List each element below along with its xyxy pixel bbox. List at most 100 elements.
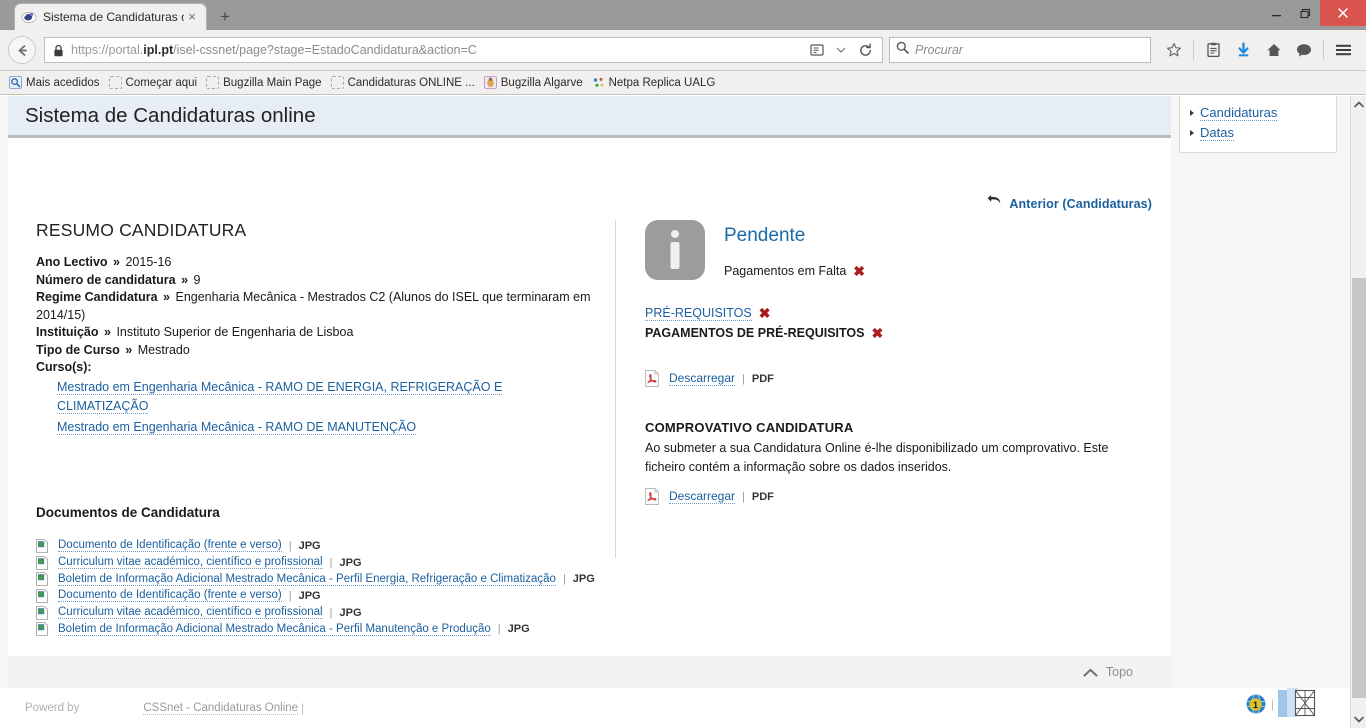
downloads-icon[interactable]	[1229, 36, 1258, 64]
course-link[interactable]: Mestrado em Engenharia Mecânica - RAMO D…	[57, 419, 417, 435]
document-link[interactable]: Curriculum vitae académico, científico e…	[58, 556, 323, 570]
document-separator: |	[562, 573, 566, 586]
lock-icon	[53, 44, 64, 57]
tab-favicon-icon	[21, 9, 37, 25]
document-row: Boletim de Informação Adicional Mestrado…	[36, 621, 601, 638]
topo-link[interactable]: Topo	[1083, 664, 1133, 680]
url-host: ipl.pt	[143, 43, 174, 57]
window-close-icon[interactable]	[1320, 0, 1366, 26]
address-bar[interactable]: https://portal.ipl.pt/isel-cssnet/page?s…	[44, 37, 883, 63]
field-tipo-curso: Tipo de Curso » Mestrado	[36, 342, 601, 360]
bookmark-star-icon[interactable]	[1159, 36, 1188, 64]
bookmark-item-bugzilla-algarve[interactable]: Bugzilla Algarve	[481, 74, 589, 91]
pre-requisitos-link[interactable]: PRÉ-REQUISITOS	[645, 306, 752, 321]
document-type: JPG	[339, 556, 362, 569]
bookmark-item-bugzilla-main-page[interactable]: Bugzilla Main Page	[203, 74, 327, 91]
x-mark-icon: ✖	[853, 263, 866, 279]
browser-tab[interactable]: Sistema de Candidaturas o... ×	[14, 3, 207, 30]
document-link[interactable]: Boletim de Informação Adicional Mestrado…	[58, 623, 491, 636]
bugzilla-favicon-icon	[483, 76, 497, 89]
bookmark-item-comecar-aqui[interactable]: Começar aqui	[106, 74, 204, 91]
status-column: Pendente Pagamentos em Falta ✖ PRÉ-REQUI…	[645, 220, 1145, 505]
card-body: Anterior (Candidaturas) RESUMO CANDIDATU…	[8, 138, 1171, 653]
bookmark-label: Começar aqui	[125, 76, 198, 89]
undo-arrow-icon	[987, 195, 1002, 213]
web-page: Sistema de Candidaturas online Anterior …	[0, 96, 1350, 728]
bookmark-label: Candidaturas ONLINE ...	[347, 76, 475, 89]
new-tab-button[interactable]: +	[210, 4, 240, 30]
back-to-candidaturas-link[interactable]: Anterior (Candidaturas)	[987, 195, 1152, 213]
document-type: JPG	[572, 573, 595, 586]
search-input[interactable]: Procurar	[915, 43, 963, 57]
document-link[interactable]: Curriculum vitae académico, científico e…	[58, 606, 323, 620]
reload-icon[interactable]	[854, 39, 876, 61]
download-row-top: Descarregar | PDF	[645, 370, 1145, 387]
generic-bookmark-icon	[330, 76, 344, 89]
document-separator: |	[288, 539, 292, 552]
document-link[interactable]: Documento de Identificação (frente e ver…	[58, 539, 282, 553]
document-row: Documento de Identificação (frente e ver…	[36, 588, 601, 605]
scrollbar-thumb[interactable]	[1352, 278, 1366, 698]
course-list: Mestrado em Engenharia Mecânica - RAMO D…	[36, 378, 601, 437]
document-separator: |	[329, 606, 333, 619]
download-link[interactable]: Descarregar	[669, 489, 736, 504]
sidebar-item-datas[interactable]: Datas	[1190, 123, 1336, 143]
image-document-icon	[36, 538, 49, 553]
sidebar-item-candidaturas[interactable]: Candidaturas	[1190, 103, 1336, 123]
document-link[interactable]: Boletim de Informação Adicional Mestrado…	[58, 573, 556, 586]
field-cursos-label: Curso(s):	[36, 359, 601, 377]
tab-close-icon[interactable]: ×	[184, 10, 200, 24]
image-document-icon	[36, 572, 49, 587]
pdf-icon	[645, 370, 660, 387]
field-value: 2015-16	[125, 255, 172, 269]
tab-title: Sistema de Candidaturas o...	[43, 10, 184, 24]
download-link[interactable]: Descarregar	[669, 371, 736, 386]
library-icon[interactable]	[1199, 36, 1228, 64]
image-document-icon	[36, 622, 49, 637]
sync-chat-icon[interactable]	[1289, 36, 1318, 64]
field-separator: »	[125, 342, 133, 357]
topo-band: Topo	[8, 656, 1171, 688]
scroll-down-icon[interactable]	[1351, 711, 1366, 728]
reader-mode-icon[interactable]	[806, 39, 828, 61]
field-label: Regime Candidatura	[36, 290, 158, 304]
arrow-right-icon	[1190, 130, 1194, 136]
bookmark-label: Netpa Replica UALG	[608, 76, 716, 89]
info-icon	[645, 220, 705, 280]
url-path: /isel-cssnet/page?stage=EstadoCandidatur…	[173, 43, 477, 57]
scroll-up-icon[interactable]	[1351, 96, 1366, 113]
back-button[interactable]	[8, 36, 36, 64]
field-ano-lectivo: Ano Lectivo » 2015-16	[36, 254, 601, 272]
topo-label: Topo	[1105, 665, 1133, 679]
home-icon[interactable]	[1259, 36, 1288, 64]
image-document-icon	[36, 589, 49, 603]
cssnet-link[interactable]: CSSnet - Candidaturas Online	[143, 702, 299, 715]
document-separator: |	[497, 623, 501, 636]
main-content-card: Sistema de Candidaturas online Anterior …	[8, 96, 1171, 656]
page-footer: Powerd by CSSnet - Candidaturas Online |…	[0, 688, 1350, 728]
document-separator: |	[288, 589, 292, 602]
hamburger-menu-icon[interactable]	[1329, 36, 1358, 64]
download-separator: |	[742, 490, 745, 503]
field-label: Número de candidatura	[36, 272, 176, 287]
document-row: Curriculum vitae académico, científico e…	[36, 604, 601, 621]
search-bar[interactable]: Procurar	[889, 37, 1151, 63]
chevron-up-icon	[1083, 664, 1098, 680]
course-link[interactable]: Mestrado em Engenharia Mecânica - RAMO D…	[57, 379, 503, 414]
minimize-icon[interactable]	[1262, 0, 1291, 26]
bookmark-item-netpa-replica-ualg[interactable]: Netpa Replica UALG	[589, 74, 722, 91]
chevron-down-icon[interactable]	[830, 39, 852, 61]
maximize-icon[interactable]	[1291, 0, 1320, 26]
document-link[interactable]: Documento de Identificação (frente e ver…	[58, 589, 282, 603]
requirement-row-pre-requisitos: PRÉ-REQUISITOS ✖	[645, 303, 1145, 323]
info-icon-dot	[671, 230, 679, 238]
bookmark-item-candidaturas-online[interactable]: Candidaturas ONLINE ...	[328, 74, 481, 91]
image-document-icon	[36, 605, 49, 620]
course-item: Mestrado em Engenharia Mecânica - RAMO D…	[57, 378, 557, 416]
download-type: PDF	[751, 372, 774, 385]
summary-heading: RESUMO CANDIDATURA	[36, 220, 247, 240]
bookmark-item-mais-acedidos[interactable]: Mais acedidos	[6, 74, 106, 91]
toolbar-divider	[1193, 40, 1194, 60]
document-type: JPG	[507, 623, 530, 636]
page-scrollbar[interactable]	[1350, 96, 1366, 728]
